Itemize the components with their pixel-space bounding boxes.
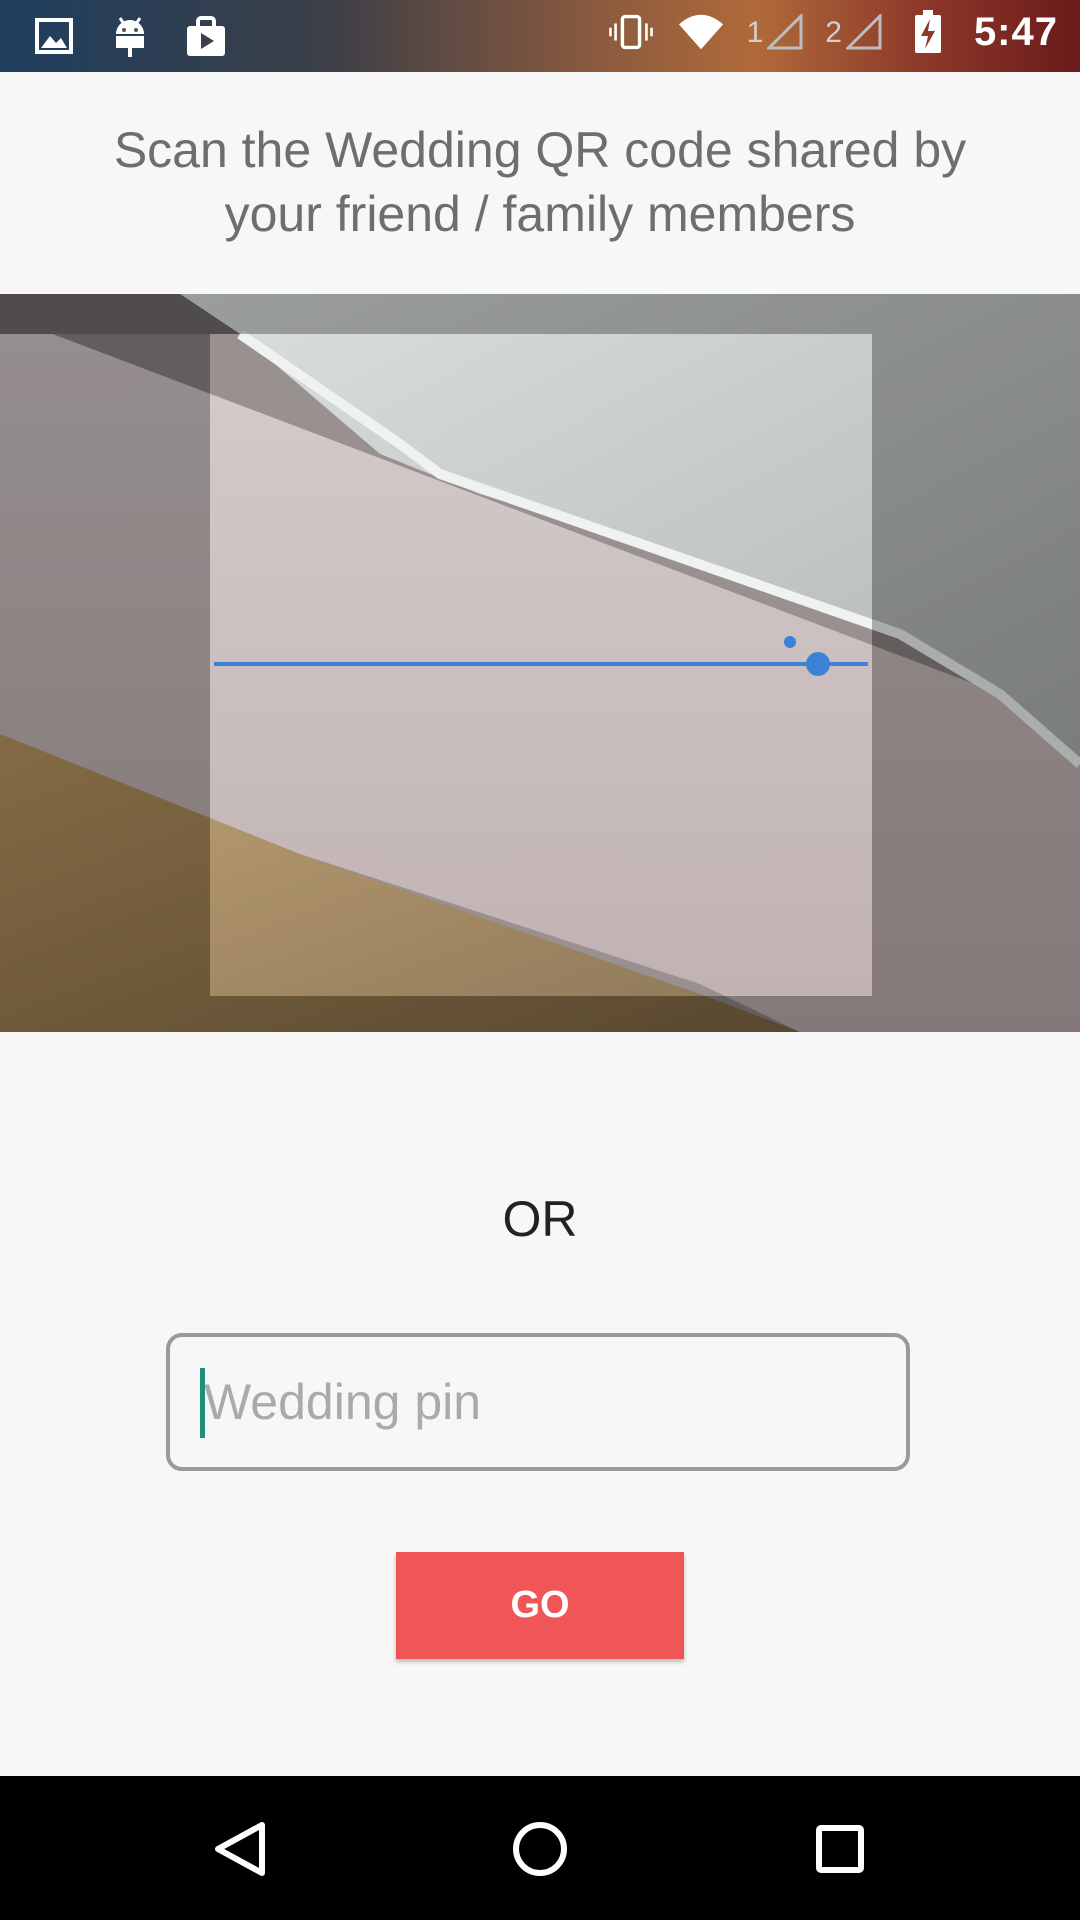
sim1-label: 1 <box>746 16 764 49</box>
scan-mask-top <box>0 294 1080 334</box>
sim1-signal: 1 <box>747 14 804 50</box>
signal-icon <box>845 14 882 50</box>
navigation-bar <box>0 1776 1080 1920</box>
signal-icon <box>767 14 803 50</box>
clock: 5:47 <box>973 9 1058 54</box>
scan-laser-line <box>214 662 868 666</box>
vibrate-icon <box>607 8 655 56</box>
scan-mask-right <box>872 334 1080 996</box>
scan-mask-left <box>0 334 210 996</box>
camera-preview[interactable] <box>0 294 1080 1032</box>
or-separator: OR <box>502 1191 578 1247</box>
sim2-signal: 2 <box>825 14 882 50</box>
home-button[interactable] <box>495 1804 585 1894</box>
home-icon <box>513 1822 567 1876</box>
battery-charging-icon <box>904 8 952 56</box>
android-icon <box>106 12 154 60</box>
recents-icon <box>816 1825 864 1873</box>
scan-point <box>806 652 830 676</box>
status-bar: 1 2 5:47 <box>0 0 1080 72</box>
notification-icons <box>30 12 230 60</box>
text-cursor <box>200 1368 205 1438</box>
gallery-icon <box>30 12 78 60</box>
scan-mask-bottom <box>0 996 1080 1032</box>
recents-button[interactable] <box>795 1804 885 1894</box>
sim2-label: 2 <box>825 16 842 49</box>
go-button[interactable]: GO <box>396 1552 684 1659</box>
scan-point <box>784 636 796 648</box>
back-button[interactable] <box>195 1804 285 1894</box>
wifi-icon <box>677 8 725 56</box>
play-store-icon <box>182 12 230 60</box>
system-icons: 1 2 5:47 <box>607 8 1058 56</box>
back-icon <box>215 1822 265 1876</box>
scan-instructions: Scan the Wedding QR code shared by your … <box>113 122 967 242</box>
wedding-pin-input[interactable] <box>166 1333 910 1471</box>
